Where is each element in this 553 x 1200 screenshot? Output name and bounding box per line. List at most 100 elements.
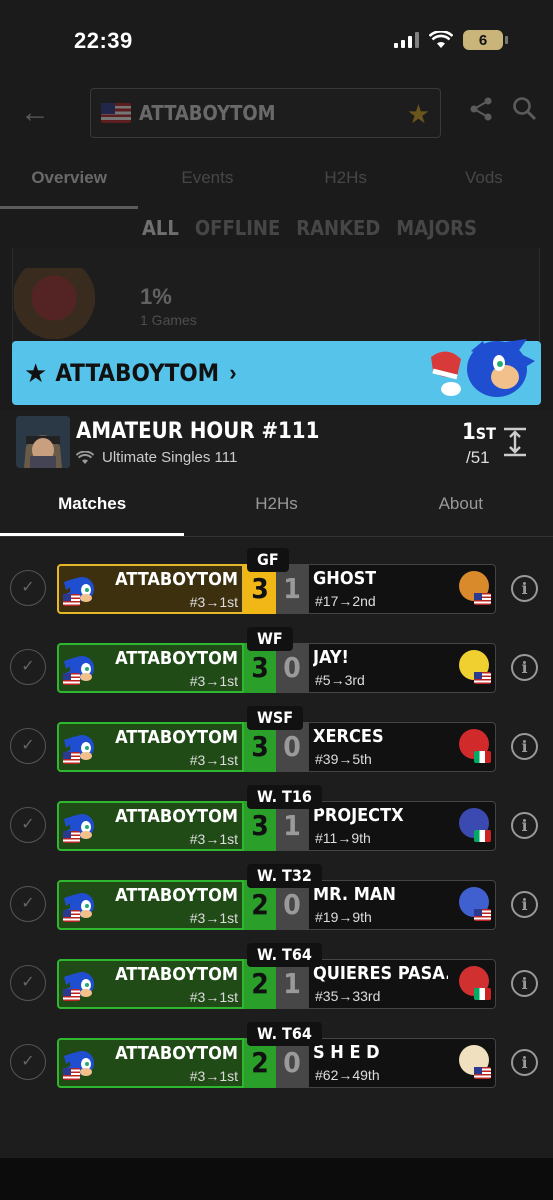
opponent-seed: #62→49th <box>315 1067 380 1083</box>
cellular-signal-icon <box>394 32 419 48</box>
round-label: WF <box>247 627 293 651</box>
us-flag-icon <box>474 593 491 605</box>
character-usage-percent: 1% <box>140 284 172 309</box>
tab-vods[interactable]: Vods <box>415 168 553 188</box>
placement-number: 1 <box>462 420 476 445</box>
us-flag-icon <box>63 594 80 606</box>
round-label: W. T16 <box>247 785 322 809</box>
tab-events[interactable]: Events <box>138 168 276 188</box>
event-subtitle-row: Ultimate Singles 111 <box>76 449 237 466</box>
player-seed: #3→1st <box>189 1068 238 1084</box>
match-row[interactable]: ✓ GF ATTABOYTOM #3→1st 3 1 GHOST #17→2nd i <box>0 548 553 628</box>
check-icon[interactable]: ✓ <box>10 1044 46 1080</box>
round-label: WSF <box>247 706 304 730</box>
back-arrow-icon[interactable]: ← <box>20 96 50 130</box>
info-icon[interactable]: i <box>511 812 538 839</box>
info-icon[interactable]: i <box>511 891 538 918</box>
tab-about[interactable]: About <box>369 494 553 514</box>
player-seed: #3→1st <box>189 989 238 1005</box>
match-row[interactable]: ✓ WF ATTABOYTOM #3→1st 3 0 JAY! #5→3rd i <box>0 627 553 707</box>
opponent-side: MR. MAN #19→9th <box>308 880 496 930</box>
check-icon[interactable]: ✓ <box>10 649 46 685</box>
check-icon[interactable]: ✓ <box>10 807 46 843</box>
filter-ranked[interactable]: RANKED <box>296 216 380 240</box>
opponent-side: GHOST #17→2nd <box>308 564 496 614</box>
character-avatar <box>14 268 114 343</box>
tab-h2hs[interactable]: H2Hs <box>277 168 415 188</box>
opponent-seed: #5→3rd <box>315 672 365 688</box>
opponent-side: QUIERES PASA... #35→33rd <box>308 959 496 1009</box>
sonic-character-art <box>431 339 535 397</box>
character-games-count: 1 Games <box>140 312 197 328</box>
status-icons: 6 <box>394 30 508 50</box>
player-seed: #3→1st <box>189 831 238 847</box>
info-icon[interactable]: i <box>511 654 538 681</box>
chevron-right-icon: › <box>229 360 237 385</box>
opponent-name: QUIERES PASA... <box>313 963 448 984</box>
favorite-star-icon[interactable]: ★ <box>407 99 430 130</box>
mx-flag-icon <box>474 751 491 763</box>
us-flag-icon <box>63 989 80 1001</box>
opponent-seed: #19→9th <box>315 909 372 925</box>
player-name: ATTABOYTOM <box>115 885 238 906</box>
placement-suffix: ST <box>475 424 496 443</box>
match-row[interactable]: ✓ WSF ATTABOYTOM #3→1st 3 0 XERCES #39→5th i <box>0 706 553 786</box>
player-side: ATTABOYTOM #3→1st <box>57 1038 244 1088</box>
match-row[interactable]: ✓W. T64ATTABOYTOM#3→1st21QUIERES PASA...… <box>0 943 553 1023</box>
player-name: ATTABOYTOM <box>115 1043 238 1064</box>
player-seed: #3→1st <box>189 673 238 689</box>
us-flag-icon <box>474 1067 491 1079</box>
mx-flag-icon <box>474 988 491 1000</box>
player-banner[interactable]: ★ ATTABOYTOM › <box>12 339 541 405</box>
info-icon[interactable]: i <box>511 575 538 602</box>
tab-indicator <box>0 206 138 209</box>
opponent-side: JAY! #5→3rd <box>308 643 496 693</box>
opponent-name: MR. MAN <box>313 884 396 905</box>
opponent-side: S H E D #62→49th <box>308 1038 496 1088</box>
round-label: GF <box>247 548 289 572</box>
divider <box>0 536 553 537</box>
info-icon[interactable]: i <box>511 733 538 760</box>
event-tabs: Matches H2Hs About <box>0 494 553 514</box>
match-row[interactable]: ✓ W. T16 ATTABOYTOM #3→1st 3 1 PROJECTX #11→9th… <box>0 785 553 865</box>
player-name: ATTABOYTOM <box>115 569 238 590</box>
placement: 1ST <box>462 420 496 445</box>
us-flag-icon <box>474 672 491 684</box>
info-icon[interactable]: i <box>511 1049 538 1076</box>
star-icon: ★ <box>24 357 48 388</box>
expand-icon[interactable] <box>502 427 528 464</box>
match-row[interactable]: ✓ W. T32 ATTABOYTOM #3→1st 2 0 MR. MAN #19→9th i <box>0 864 553 944</box>
search-icon[interactable] <box>512 96 538 129</box>
opponent-name: PROJECTX <box>313 805 404 826</box>
opponent-seed: #39→5th <box>315 751 372 767</box>
player-side: ATTABOYTOM #3→1st <box>57 643 244 693</box>
player-side: ATTABOYTOM #3→1st <box>57 564 244 614</box>
player-search-box[interactable]: ATTABOYTOM ★ <box>90 88 441 138</box>
us-flag-icon <box>101 103 131 123</box>
us-flag-icon <box>63 752 80 764</box>
us-flag-icon <box>63 831 80 843</box>
tab-event-h2hs[interactable]: H2Hs <box>184 494 368 514</box>
us-flag-icon <box>63 1068 80 1080</box>
wifi-icon <box>429 31 453 48</box>
filter-all[interactable]: ALL <box>142 216 179 240</box>
round-label: W. T64 <box>247 1022 322 1046</box>
tab-overview[interactable]: Overview <box>0 168 138 188</box>
us-flag-icon <box>474 909 491 921</box>
check-icon[interactable]: ✓ <box>10 886 46 922</box>
mx-flag-icon <box>474 830 491 842</box>
check-icon[interactable]: ✓ <box>10 965 46 1001</box>
round-label: W. T64 <box>247 943 322 967</box>
filter-majors[interactable]: MAJORS <box>396 216 477 240</box>
tab-matches[interactable]: Matches <box>0 494 184 514</box>
us-flag-icon <box>63 673 80 685</box>
check-icon[interactable]: ✓ <box>10 728 46 764</box>
opponent-side: XERCES #39→5th <box>308 722 496 772</box>
opponent-seed: #35→33rd <box>315 988 381 1004</box>
check-icon[interactable]: ✓ <box>10 570 46 606</box>
filter-offline[interactable]: OFFLINE <box>195 216 280 240</box>
player-seed: #3→1st <box>189 594 238 610</box>
share-icon[interactable] <box>468 96 494 129</box>
match-row[interactable]: ✓ W. T64 ATTABOYTOM #3→1st 2 0 S H E D #62→49th… <box>0 1022 553 1102</box>
info-icon[interactable]: i <box>511 970 538 997</box>
